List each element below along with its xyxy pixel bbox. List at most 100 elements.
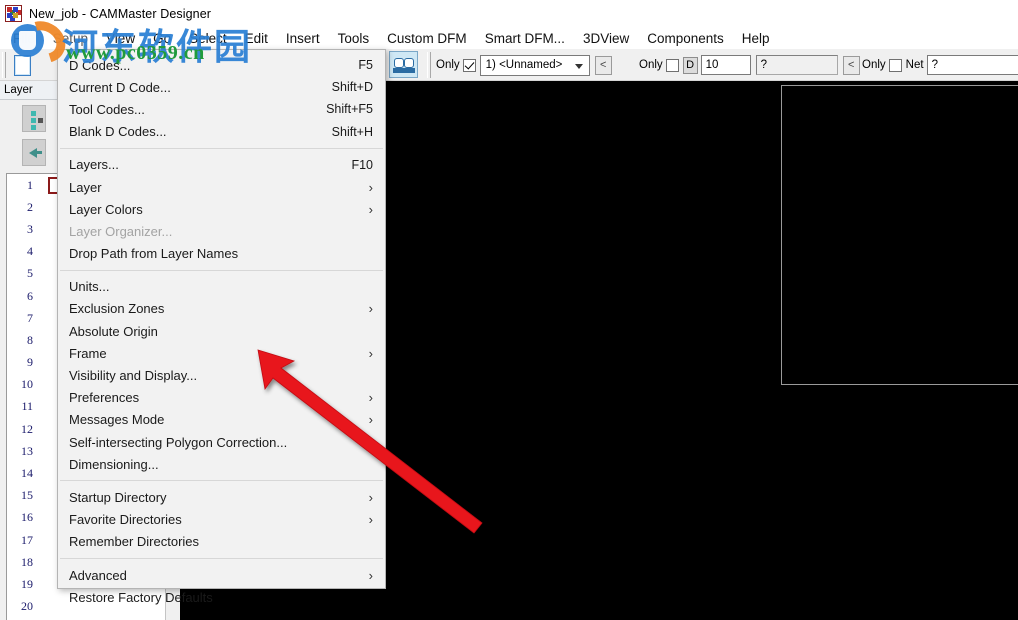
dcode-prev-button[interactable]: < <box>843 56 860 75</box>
menu-item-advanced[interactable]: Advanced› <box>58 564 385 586</box>
menu-item-dimensioning[interactable]: Dimensioning... <box>58 453 385 475</box>
net-value-input[interactable]: ? <box>927 55 1018 75</box>
menubar-item-select[interactable]: Select <box>180 29 236 48</box>
net-only-label: Only <box>862 59 886 71</box>
menu-item-label: Units... <box>69 279 375 294</box>
menubar-item-custom-dfm[interactable]: Custom DFM <box>378 29 476 48</box>
layer-row-number: 1 <box>7 178 37 193</box>
menu-item-layer[interactable]: Layer› <box>58 176 385 198</box>
menu-separator <box>60 270 383 271</box>
chevron-right-icon: › <box>369 301 375 316</box>
layer-move-down-button[interactable] <box>22 139 46 166</box>
menubar-item-tools[interactable]: Tools <box>329 29 379 48</box>
menu-item-label: Startup Directory <box>69 490 369 505</box>
menu-item-layers[interactable]: Layers...F10 <box>58 154 385 176</box>
layer-row-number: 17 <box>7 533 37 548</box>
menu-item-label: Favorite Directories <box>69 512 369 527</box>
dcode-d-button[interactable]: D <box>683 57 698 74</box>
menu-item-d-codes[interactable]: D Codes...F5 <box>58 54 385 76</box>
toolbar-grip-3[interactable] <box>427 52 431 78</box>
new-document-button[interactable] <box>8 51 38 79</box>
menu-item-shortcut: Shift+H <box>332 125 375 139</box>
layer-properties-button[interactable] <box>22 105 46 132</box>
menu-item-shortcut: Shift+D <box>332 80 375 94</box>
menu-item-label: Layer Organizer... <box>69 224 375 239</box>
toolbar-grip[interactable] <box>2 52 6 78</box>
net-only-checkbox[interactable] <box>889 59 902 72</box>
menu-item-visibility-and-display[interactable]: Visibility and Display... <box>58 364 385 386</box>
layer-row-number: 14 <box>7 466 37 481</box>
menubar-item-insert[interactable]: Insert <box>277 29 329 48</box>
menu-item-label: Current D Code... <box>69 80 332 95</box>
menu-item-layer-organizer: Layer Organizer... <box>58 220 385 242</box>
menu-item-label: Tool Codes... <box>69 102 326 117</box>
menu-item-blank-d-codes[interactable]: Blank D Codes...Shift+H <box>58 121 385 143</box>
menu-item-label: Self-intersecting Polygon Correction... <box>69 435 375 450</box>
menu-item-restore-factory-defaults[interactable]: Restore Factory Defaults <box>58 586 385 608</box>
net-label: Net <box>906 59 924 71</box>
menu-bar: FileSetupViewGoSelectEditInsertToolsCust… <box>0 27 1018 49</box>
title-bar: New_job - CAMMaster Designer <box>0 0 1018 27</box>
layer-row-number: 16 <box>7 510 37 525</box>
menubar-item-file[interactable]: File <box>4 29 44 48</box>
menu-item-current-d-code[interactable]: Current D Code...Shift+D <box>58 76 385 98</box>
menu-item-label: Visibility and Display... <box>69 368 375 383</box>
menu-item-label: Preferences <box>69 390 369 405</box>
menu-item-preferences[interactable]: Preferences› <box>58 387 385 409</box>
chevron-right-icon: › <box>369 412 375 427</box>
menu-item-label: Drop Path from Layer Names <box>69 246 375 261</box>
layer-row-number: 6 <box>7 289 37 304</box>
menu-item-units[interactable]: Units... <box>58 276 385 298</box>
dcode-only-checkbox[interactable] <box>666 59 679 72</box>
menu-item-self-intersecting-polygon-correction[interactable]: Self-intersecting Polygon Correction... <box>58 431 385 453</box>
net-filter-group: Only Net ? <box>862 49 1018 81</box>
chevron-right-icon: › <box>369 346 375 361</box>
menu-item-messages-mode[interactable]: Messages Mode› <box>58 409 385 431</box>
layer-filter-group: Only 1) <Unnamed> < <box>436 49 612 81</box>
setup-dropdown-menu[interactable]: D Codes...F5Current D Code...Shift+DTool… <box>57 49 386 589</box>
menu-item-tool-codes[interactable]: Tool Codes...Shift+F5 <box>58 98 385 120</box>
menu-item-label: Blank D Codes... <box>69 124 332 139</box>
menu-item-label: D Codes... <box>69 58 358 73</box>
menu-item-exclusion-zones[interactable]: Exclusion Zones› <box>58 298 385 320</box>
layer-row-number: 2 <box>7 200 37 215</box>
layer-row-number: 5 <box>7 266 37 281</box>
menubar-item-setup[interactable]: Setup <box>44 29 97 48</box>
menu-item-label: Layers... <box>69 157 351 172</box>
chevron-right-icon: › <box>369 490 375 505</box>
menu-item-label: Advanced <box>69 568 369 583</box>
menu-item-favorite-directories[interactable]: Favorite Directories› <box>58 509 385 531</box>
menubar-item-smart-dfm[interactable]: Smart DFM... <box>476 29 574 48</box>
menu-item-label: Remember Directories <box>69 534 375 549</box>
layer-only-checkbox[interactable] <box>463 59 476 72</box>
layer-prev-button[interactable]: < <box>595 56 612 75</box>
menubar-item-help[interactable]: Help <box>733 29 779 48</box>
menubar-item-3dview[interactable]: 3DView <box>574 29 638 48</box>
menubar-item-view[interactable]: View <box>97 29 144 48</box>
menu-item-startup-directory[interactable]: Startup Directory› <box>58 486 385 508</box>
menu-item-label: Layer Colors <box>69 202 369 217</box>
menu-item-remember-directories[interactable]: Remember Directories <box>58 531 385 553</box>
menu-separator <box>60 148 383 149</box>
layer-row-number: 4 <box>7 244 37 259</box>
menu-item-drop-path-from-layer-names[interactable]: Drop Path from Layer Names <box>58 243 385 265</box>
chevron-right-icon: › <box>369 390 375 405</box>
layer-row-number: 20 <box>7 599 37 614</box>
menubar-item-edit[interactable]: Edit <box>236 29 277 48</box>
menu-item-frame[interactable]: Frame› <box>58 342 385 364</box>
board-frame-outline <box>781 85 1018 385</box>
menu-item-layer-colors[interactable]: Layer Colors› <box>58 198 385 220</box>
dcode-value-input[interactable]: 10 <box>701 55 751 75</box>
glasses-icon <box>394 58 414 67</box>
dcode-only-label: Only <box>639 59 663 71</box>
menubar-item-go[interactable]: Go <box>144 29 180 48</box>
layer-row-number: 9 <box>7 355 37 370</box>
menu-item-absolute-origin[interactable]: Absolute Origin <box>58 320 385 342</box>
layer-select-combo[interactable]: 1) <Unnamed> <box>480 55 590 76</box>
dcode-filter-group: Only D 10 ? < <box>639 49 860 81</box>
menu-item-shortcut: F5 <box>358 58 375 72</box>
view-glasses-button[interactable] <box>389 51 418 78</box>
layer-row-number: 3 <box>7 222 37 237</box>
menubar-item-components[interactable]: Components <box>638 29 733 48</box>
dcode-query-field[interactable]: ? <box>756 55 838 75</box>
